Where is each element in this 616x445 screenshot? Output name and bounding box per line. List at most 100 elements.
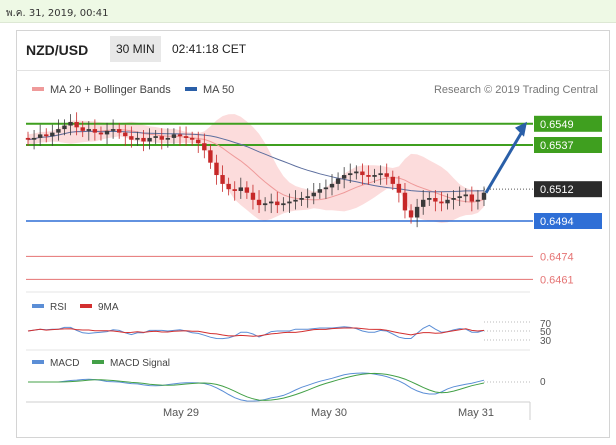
price-labels: 0.6549 0.6537 0.6512 0.6494 0.6474 0.6461	[534, 115, 602, 286]
ma50-legend-swatch	[185, 87, 197, 91]
candle-body	[384, 173, 389, 177]
forecast-arrow-shaft	[484, 131, 524, 194]
candle-body	[44, 134, 49, 137]
macd-signal-legend-label: MACD Signal	[110, 358, 170, 369]
macd-signal-line	[28, 372, 485, 401]
candle-body	[390, 176, 395, 184]
candle-body	[117, 129, 122, 133]
candle-body	[31, 137, 37, 140]
candle-body	[208, 150, 213, 163]
candle-body	[74, 122, 79, 128]
candle-body	[402, 192, 408, 211]
ma20-legend-swatch	[32, 87, 44, 91]
candle-body	[250, 192, 256, 200]
candle-body	[183, 136, 189, 138]
candle-body	[354, 171, 359, 174]
candle-body	[110, 129, 116, 131]
candle-body	[329, 183, 335, 188]
candle-body	[305, 196, 310, 199]
candle-body	[86, 129, 91, 131]
x-tick-may-31: May 31	[458, 407, 494, 419]
candle-body	[244, 187, 250, 193]
candle-body	[25, 137, 31, 140]
ma20-legend-label: MA 20 + Bollinger Bands	[50, 84, 171, 96]
candle-body	[451, 198, 456, 200]
level-label-0.6461: 0.6461	[540, 274, 574, 286]
candle-body	[360, 171, 365, 176]
level-label-0.6512: 0.6512	[540, 184, 574, 196]
candle-body	[335, 178, 341, 184]
level-label-0.6494: 0.6494	[540, 216, 574, 228]
macd-level-zero: 0	[540, 377, 546, 388]
candle-body	[299, 198, 304, 200]
candle-body	[293, 199, 298, 202]
rsi-legend-swatch	[32, 304, 44, 308]
candle-body	[262, 203, 268, 206]
candle-body	[481, 192, 487, 200]
candle-body	[159, 136, 164, 140]
candle-body	[439, 201, 444, 204]
rsi-indicator	[27, 321, 530, 341]
x-tick-may-29: May 29	[163, 407, 199, 419]
macd-legend-label: MACD	[50, 358, 79, 369]
rsi-9ma-legend-label: 9MA	[98, 302, 119, 313]
candle-body	[311, 192, 316, 197]
candle-body	[214, 162, 219, 176]
candle-body	[463, 194, 468, 197]
candle-body	[171, 134, 177, 138]
candle-body	[469, 194, 475, 202]
candle-body	[92, 129, 98, 133]
candle-body	[147, 137, 152, 142]
candle-body	[129, 136, 134, 140]
candle-body	[68, 122, 73, 126]
chart-svg: MA 20 + Bollinger Bands MA 50 Research ©…	[25, 84, 602, 420]
candle-body	[287, 201, 292, 204]
candle-body	[56, 129, 61, 133]
candle-body	[98, 132, 104, 135]
candle-body	[433, 198, 438, 202]
candle-body	[50, 132, 55, 137]
ma50-legend-label: MA 50	[203, 84, 234, 96]
rsi-9ma-legend-swatch	[80, 304, 92, 308]
candle-body	[165, 137, 171, 140]
candle-body	[135, 137, 140, 140]
candle-body	[232, 189, 237, 191]
candle-body	[366, 175, 371, 177]
candle-body	[226, 183, 231, 190]
candle-body	[396, 183, 402, 193]
candle-body	[177, 134, 183, 137]
macd-line	[28, 372, 485, 402]
forecast-arrow	[484, 121, 527, 194]
candle-body	[202, 143, 207, 151]
level-label-0.6537: 0.6537	[540, 140, 574, 152]
candle-body	[238, 187, 243, 191]
candle-body	[153, 136, 158, 138]
candle-body	[281, 203, 286, 206]
macd-signal-legend-swatch	[92, 360, 104, 364]
candle-body	[104, 130, 110, 135]
candle-body	[196, 139, 201, 144]
candle-body	[37, 134, 43, 138]
candle-body	[323, 187, 329, 190]
level-label-0.6549: 0.6549	[540, 119, 574, 131]
candle-body	[427, 198, 432, 200]
candle-body	[475, 199, 481, 202]
candle-body	[414, 206, 420, 218]
candle-body	[269, 201, 274, 204]
level-label-0.6474: 0.6474	[540, 251, 574, 263]
rsi-level-30: 30	[540, 336, 552, 347]
candle-body	[141, 137, 146, 142]
candle-body	[378, 173, 383, 176]
candle-body	[445, 199, 450, 204]
candle-body	[275, 201, 280, 206]
candle-body	[62, 125, 67, 130]
rsi-legend-label: RSI	[50, 302, 67, 313]
candle-body	[80, 127, 85, 131]
candle-body	[372, 175, 377, 177]
candle-body	[123, 132, 128, 137]
macd-legend-swatch	[32, 360, 44, 364]
source-credit: Research © 2019 Trading Central	[434, 84, 598, 96]
candle-body	[341, 175, 347, 179]
candle-body	[408, 210, 414, 218]
candle-body	[317, 189, 323, 193]
